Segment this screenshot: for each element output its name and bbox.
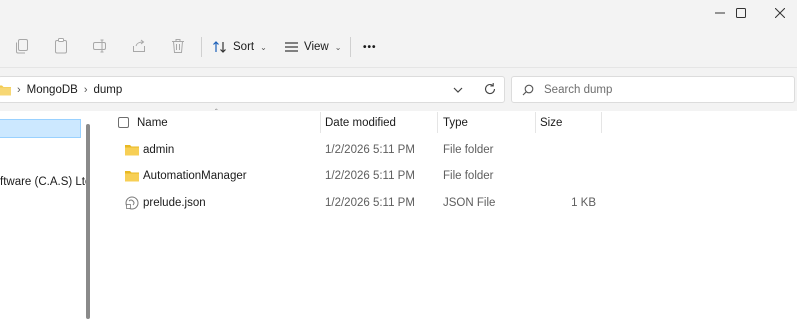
- delete-button[interactable]: [170, 38, 186, 54]
- file-date: 1/2/2026 5:11 PM: [325, 197, 415, 209]
- title-bar: [0, 0, 797, 26]
- column-header-type[interactable]: Type: [443, 111, 468, 135]
- folder-icon: [125, 171, 139, 182]
- toolbar-divider: [350, 37, 351, 57]
- sort-ascending-icon: ˆ: [215, 108, 218, 117]
- sort-label: Sort: [233, 41, 255, 53]
- column-header-size[interactable]: Size: [540, 111, 562, 135]
- file-date: 1/2/2026 5:11 PM: [325, 144, 415, 156]
- rename-button[interactable]: [92, 38, 108, 54]
- share-icon: [133, 39, 145, 52]
- file-type: File folder: [443, 170, 494, 182]
- file-row[interactable]: AutomationManager 1/2/2026 5:11 PM File …: [95, 164, 797, 188]
- more-options-button[interactable]: •••: [363, 35, 377, 59]
- nav-item-company[interactable]: ftware (C.A.S) Ltd: [0, 176, 86, 188]
- breadcrumb-dump[interactable]: dump: [93, 84, 122, 96]
- column-header-date[interactable]: Date modified: [325, 111, 396, 135]
- view-icon: [285, 42, 298, 52]
- json-file-icon: [125, 196, 139, 210]
- column-divider[interactable]: [535, 112, 536, 133]
- chevron-down-icon: ⌄: [334, 42, 342, 52]
- file-list: ˆ Name Date modified Type Size admin 1/2…: [95, 108, 797, 319]
- search-box[interactable]: Search dump: [511, 76, 795, 103]
- share-button[interactable]: [131, 38, 147, 54]
- file-size: [540, 138, 596, 162]
- folder-icon: [125, 145, 139, 156]
- close-button[interactable]: [758, 0, 797, 26]
- view-button[interactable]: View ⌄: [284, 35, 341, 59]
- address-bar[interactable]: › MongoDB › dump: [0, 76, 505, 103]
- sort-button[interactable]: Sort ⌄: [212, 35, 267, 59]
- rename-icon: [93, 39, 106, 53]
- file-name-cell: AutomationManager: [125, 164, 247, 188]
- column-header-name[interactable]: Name: [137, 111, 168, 135]
- nav-selected-item[interactable]: [0, 119, 81, 138]
- refresh-icon[interactable]: [483, 82, 497, 96]
- column-divider[interactable]: [320, 112, 321, 133]
- file-name: prelude.json: [143, 197, 206, 209]
- paste-button[interactable]: [53, 38, 69, 54]
- copy-icon: [16, 39, 28, 54]
- copy-button[interactable]: [14, 38, 30, 54]
- search-icon: [522, 84, 534, 95]
- toolbar-divider: [201, 37, 202, 57]
- file-type: File folder: [443, 144, 494, 156]
- folder-icon: [0, 85, 11, 95]
- breadcrumb-mongodb[interactable]: MongoDB: [27, 84, 78, 96]
- chevron-down-icon: ⌄: [260, 42, 267, 52]
- file-name-cell: prelude.json: [125, 191, 206, 215]
- column-divider[interactable]: [601, 112, 602, 133]
- file-row[interactable]: prelude.json 1/2/2026 5:11 PM JSON File …: [95, 191, 797, 215]
- file-name: admin: [143, 144, 175, 156]
- file-name-cell: admin: [125, 138, 174, 162]
- breadcrumb-separator-icon: ›: [17, 83, 21, 96]
- breadcrumb-separator-icon: ›: [83, 83, 88, 96]
- paste-icon: [55, 38, 67, 54]
- trash-icon: [172, 39, 184, 53]
- file-size: [540, 164, 596, 188]
- file-size: 1 KB: [571, 197, 596, 209]
- chevron-down-icon[interactable]: [451, 83, 465, 97]
- nav-scrollbar[interactable]: [86, 124, 90, 319]
- sort-icon: [213, 41, 226, 53]
- file-type: JSON File: [443, 197, 496, 209]
- navigation-pane: ftware (C.A.S) Ltd: [0, 111, 86, 319]
- command-bar: Sort ⌄ View ⌄ •••: [0, 26, 797, 68]
- file-date: 1/2/2026 5:11 PM: [325, 170, 415, 182]
- close-icon: [775, 8, 785, 18]
- view-label: View: [304, 41, 329, 53]
- search-input[interactable]: Search dump: [544, 84, 612, 96]
- maximize-button[interactable]: [719, 0, 763, 26]
- file-name: AutomationManager: [143, 170, 247, 182]
- column-divider[interactable]: [437, 112, 438, 133]
- more-icon: •••: [363, 41, 377, 53]
- select-all-checkbox[interactable]: [118, 117, 129, 128]
- file-row[interactable]: admin 1/2/2026 5:11 PM File folder: [95, 138, 797, 162]
- maximize-icon: [736, 8, 746, 18]
- address-row: › MongoDB › dump Search dump: [0, 68, 797, 111]
